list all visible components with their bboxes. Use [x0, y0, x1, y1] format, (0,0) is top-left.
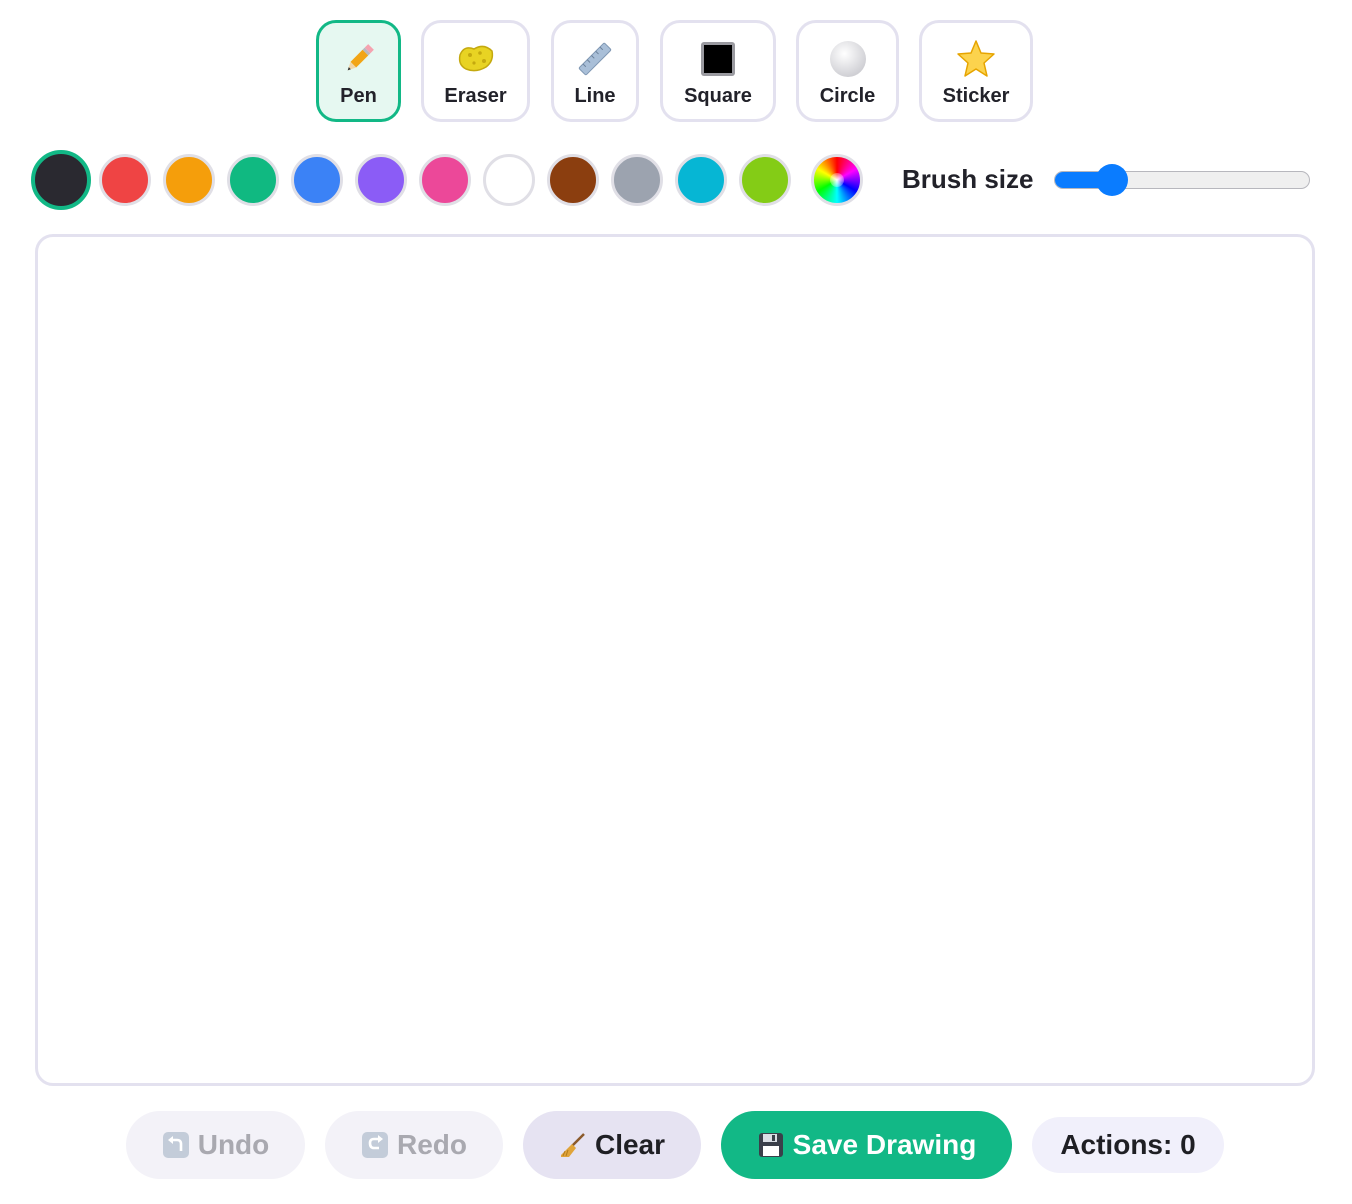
- tool-label: Sticker: [942, 85, 1010, 107]
- tool-circle-button[interactable]: Circle: [796, 20, 899, 122]
- save-drawing-button[interactable]: Save Drawing: [721, 1111, 1012, 1179]
- redo-button[interactable]: Redo: [325, 1111, 503, 1179]
- color-wheel-center: [830, 173, 844, 187]
- black-square-icon: [698, 39, 738, 79]
- save-drawing-label: Save Drawing: [792, 1129, 977, 1160]
- color-swatch-lime[interactable]: [739, 154, 791, 206]
- broom-icon: [559, 1131, 587, 1159]
- drawing-canvas[interactable]: [35, 234, 1315, 1086]
- color-swatch-red[interactable]: [99, 154, 151, 206]
- tool-label: Pen: [340, 85, 377, 107]
- undo-button[interactable]: Undo: [126, 1111, 305, 1179]
- pencil-icon: [339, 39, 379, 79]
- tool-eraser-button[interactable]: Eraser: [421, 20, 530, 122]
- custom-color-picker[interactable]: [811, 154, 863, 206]
- tool-label: Eraser: [444, 85, 507, 107]
- brush-size-label: Brush size: [902, 164, 1034, 194]
- sponge-icon: [456, 39, 496, 79]
- color-swatch-blue[interactable]: [291, 154, 343, 206]
- tool-label: Square: [684, 85, 752, 107]
- tool-label: Circle: [819, 85, 876, 107]
- color-swatch-black[interactable]: [31, 150, 91, 210]
- tool-line-button[interactable]: Line: [551, 20, 639, 122]
- drawing-app: Pen Eraser Line Square Circle Sticker Br…: [0, 0, 1352, 1204]
- brush-size-slider[interactable]: [1054, 171, 1310, 189]
- color-swatch-orange[interactable]: [163, 154, 215, 206]
- star-icon: [956, 39, 996, 79]
- color-swatch-green[interactable]: [227, 154, 279, 206]
- color-swatch-white[interactable]: [483, 154, 535, 206]
- actions-counter: Actions: 0: [1032, 1117, 1224, 1173]
- color-swatch-cyan[interactable]: [675, 154, 727, 206]
- undo-icon: [162, 1131, 190, 1159]
- tool-square-button[interactable]: Square: [660, 20, 776, 122]
- tool-label: Line: [574, 85, 616, 107]
- floppy-disk-icon: [757, 1131, 785, 1159]
- clear-label: Clear: [594, 1129, 666, 1160]
- redo-icon: [361, 1131, 389, 1159]
- undo-label: Undo: [197, 1129, 270, 1160]
- tool-pen-button[interactable]: Pen: [316, 20, 401, 122]
- tool-sticker-button[interactable]: Sticker: [919, 20, 1033, 122]
- color-swatch-brown[interactable]: [547, 154, 599, 206]
- clear-button[interactable]: Clear: [523, 1111, 701, 1179]
- redo-label: Redo: [397, 1129, 467, 1160]
- brush-size-thumb[interactable]: [1096, 164, 1128, 196]
- color-swatch-pink[interactable]: [419, 154, 471, 206]
- color-swatch-gray[interactable]: [611, 154, 663, 206]
- ruler-icon: [575, 39, 615, 79]
- color-swatch-purple[interactable]: [355, 154, 407, 206]
- white-circle-icon: [828, 39, 868, 79]
